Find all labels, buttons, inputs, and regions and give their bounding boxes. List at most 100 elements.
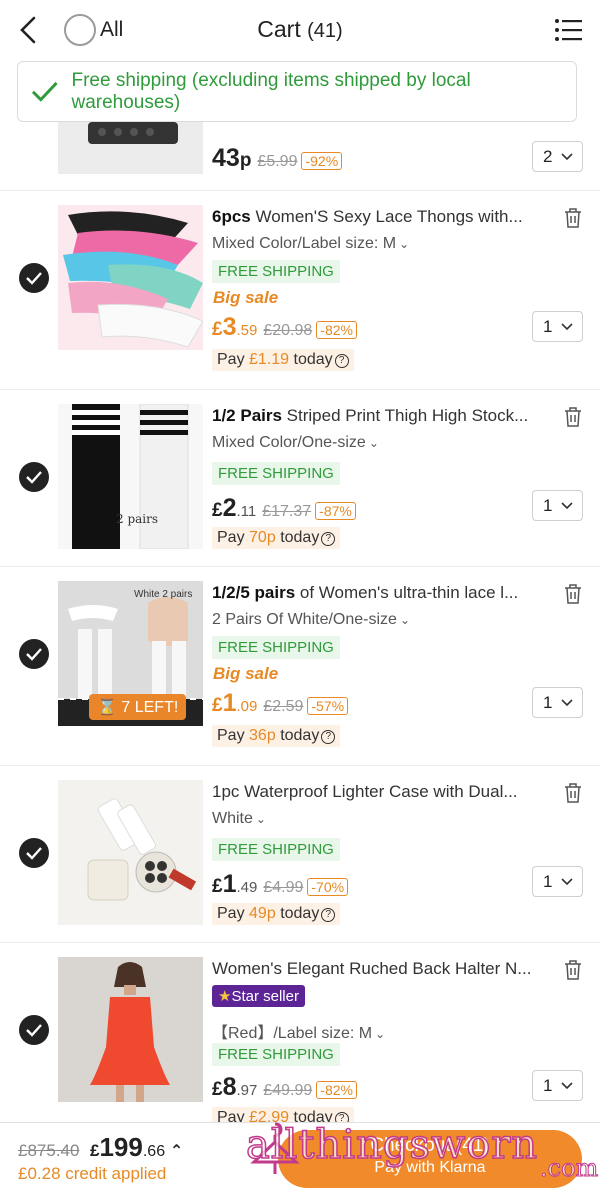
product-image[interactable] (58, 122, 203, 174)
product-title-bold: 1/2 Pairs (212, 406, 282, 425)
free-shipping-badge: FREE SHIPPING (212, 1043, 340, 1066)
header-bar: All Cart (41) (0, 0, 600, 60)
trash-icon[interactable] (564, 407, 582, 427)
price-currency: £ (212, 1079, 223, 1100)
cart-item: 6pcs Women'S Sexy Lace Thongs with... Mi… (0, 191, 600, 390)
discount-badge: -82% (316, 1081, 357, 1099)
item-checkbox[interactable] (19, 838, 49, 868)
image-caption: 2 pairs (116, 512, 159, 526)
chevron-down-icon (561, 153, 573, 161)
item-checkbox[interactable] (19, 1015, 49, 1045)
price-currency: £ (212, 500, 223, 521)
variant-text: Mixed Color/One-size (212, 434, 366, 451)
star-seller-badge: ★Star seller (212, 985, 305, 1007)
price-row: £ 1 .49 £4.99 -70% (212, 870, 349, 899)
chevron-up-icon[interactable]: ⌃ (170, 1143, 183, 1160)
product-image[interactable] (58, 205, 203, 350)
variant-selector[interactable]: Mixed Color/One-size ⌄ (212, 434, 379, 452)
checkout-label: Checkout (370, 1135, 451, 1156)
product-title[interactable]: Women's Elegant Ruched Back Halter N... (212, 959, 552, 979)
cart-count: (41) (307, 20, 343, 42)
variant-text: 2 Pairs Of White/One-size (212, 611, 397, 628)
variant-text: Mixed Color/Label size: M (212, 235, 397, 252)
checkmark-icon (31, 81, 58, 102)
hanger-logo-icon (250, 1122, 300, 1174)
price-integer: 1 (222, 689, 237, 717)
price-row: £ 1 .09 £2.59 -57% (212, 689, 349, 718)
red-dress-illustration (90, 962, 170, 1102)
original-price: £20.98 (263, 322, 313, 339)
price-currency: £ (212, 876, 223, 897)
pay-today-info[interactable]: Pay 70p today? (212, 527, 341, 549)
price-integer: 8 (222, 1073, 237, 1101)
trash-icon[interactable] (564, 783, 582, 803)
chevron-down-icon: ⌄ (368, 436, 379, 450)
total-decimal: .66 (142, 1143, 166, 1160)
quantity-select[interactable]: 1 (532, 1070, 583, 1101)
pay-today-info[interactable]: Pay 36p today? (212, 725, 341, 747)
pay-amount: 49p (249, 905, 276, 922)
checkmark-icon (26, 471, 42, 484)
question-icon[interactable]: ? (334, 354, 349, 368)
variant-selector[interactable]: Mixed Color/Label size: M ⌄ (212, 235, 409, 253)
item-checkbox[interactable] (19, 462, 49, 492)
checkmark-icon (26, 272, 42, 285)
price-currency: £ (212, 319, 223, 340)
pay-prefix: Pay (217, 529, 245, 546)
variant-selector[interactable]: 【Red】/Label size: M ⌄ (212, 1019, 385, 1043)
trash-icon[interactable] (564, 960, 582, 980)
product-title[interactable]: 1pc Waterproof Lighter Case with Dual... (212, 782, 552, 802)
pay-prefix: Pay (217, 905, 245, 922)
star-seller-text: Star seller (231, 988, 299, 1005)
question-icon[interactable]: ? (321, 908, 336, 922)
stock-left-badge: ⌛ 7 LEFT! (89, 694, 187, 720)
quantity-select[interactable]: 1 (532, 311, 583, 342)
pay-today-info[interactable]: Pay £1.19 today? (212, 349, 354, 371)
trash-icon[interactable] (564, 208, 582, 228)
product-image[interactable] (58, 780, 203, 925)
pay-today-info[interactable]: Pay 49p today? (212, 903, 341, 925)
pay-prefix: Pay (217, 351, 245, 368)
variant-selector[interactable]: 2 Pairs Of White/One-size ⌄ (212, 611, 410, 629)
quantity-select[interactable]: 2 (532, 141, 583, 172)
product-image[interactable] (58, 957, 203, 1102)
product-title-rest: Women'S Sexy Lace Thongs with... (250, 207, 523, 226)
product-title[interactable]: 1/2/5 pairs of Women's ultra-thin lace l… (212, 583, 552, 603)
price-currency: £ (212, 695, 223, 716)
item-checkbox[interactable] (19, 263, 49, 293)
quantity-value: 1 (543, 495, 553, 515)
stockings-product-illustration (72, 404, 189, 549)
cart-item: White 2 pairs ⌛ 7 LEFT! 1/2/5 pairs of W… (0, 567, 600, 766)
product-title[interactable]: 6pcs Women'S Sexy Lace Thongs with... (212, 207, 552, 227)
quantity-value: 1 (543, 316, 553, 336)
variant-selector[interactable]: White ⌄ (212, 810, 266, 828)
item-checkbox[interactable] (19, 639, 49, 669)
quantity-select[interactable]: 1 (532, 866, 583, 897)
chevron-down-icon: ⌄ (399, 613, 411, 627)
checkmark-icon (26, 648, 42, 661)
price-decimal: .59 (236, 322, 258, 339)
checkout-button[interactable]: Checkout (41) Pay with Klarna (278, 1130, 582, 1188)
question-icon[interactable]: ? (321, 532, 336, 546)
list-menu-icon[interactable] (554, 18, 582, 42)
star-icon: ★ (218, 988, 232, 1005)
stock-left-text: 7 LEFT! (121, 699, 179, 716)
credit-applied: £0.28 credit applied (18, 1164, 167, 1183)
cart-total[interactable]: £199.66 ⌃ (90, 1132, 183, 1163)
discount-badge: -87% (315, 502, 356, 520)
original-price: £49.99 (263, 1082, 313, 1099)
quantity-select[interactable]: 1 (532, 687, 583, 718)
pay-suffix: today (280, 905, 320, 922)
hourglass-icon: ⌛ (97, 699, 117, 716)
product-image[interactable]: 2 pairs (58, 404, 203, 549)
trash-icon[interactable] (564, 584, 582, 604)
quantity-select[interactable]: 1 (532, 490, 583, 521)
original-price: £5.99 (257, 153, 298, 170)
cart-title-text: Cart (257, 16, 301, 42)
price-integer: 43 (212, 144, 240, 172)
big-sale-label: Big sale (213, 288, 279, 307)
product-title[interactable]: 1/2 Pairs Striped Print Thigh High Stock… (212, 406, 552, 426)
variant-text: 【Red】/Label size: M (212, 1025, 373, 1042)
total-integer: 199 (99, 1132, 143, 1162)
question-icon[interactable]: ? (321, 730, 336, 744)
